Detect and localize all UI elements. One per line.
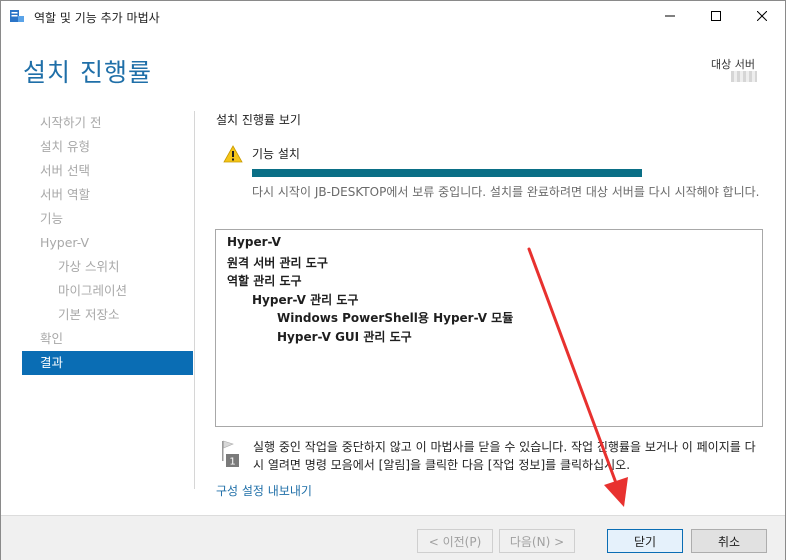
page-title: 설치 진행률: [23, 58, 152, 87]
target-server-name-redacted: [731, 71, 757, 82]
maximize-icon: [711, 10, 721, 24]
cancel-button[interactable]: 취소: [691, 529, 767, 553]
export-config-link[interactable]: 구성 설정 내보내기: [216, 482, 312, 499]
nav-item[interactable]: 시작하기 전: [22, 111, 193, 135]
nav-item[interactable]: 설치 유형: [22, 135, 193, 159]
result-item: Hyper-V: [227, 235, 281, 249]
result-item: 원격 서버 관리 도구: [227, 255, 328, 270]
warning-icon: [223, 145, 243, 163]
close-icon: [756, 10, 768, 24]
installed-features-list[interactable]: Hyper-V 원격 서버 관리 도구역할 관리 도구 Hyper-V 관리 도구 W…: [215, 229, 763, 427]
result-item: Windows PowerShell용 Hyper-V 모듈: [277, 311, 514, 325]
window-title: 역할 및 기능 추가 마법사: [34, 11, 160, 25]
close-window-button[interactable]: [739, 1, 785, 32]
wizard-footer: < 이전(P) 다음(N) > 닫기 취소: [1, 515, 785, 560]
nav-item[interactable]: 가상 스위치: [22, 255, 193, 279]
wizard-window: 역할 및 기능 추가 마법사 설치 진행률 대상 서버 시작하기 전 설치 유형 서…: [0, 0, 786, 560]
maximize-button[interactable]: [693, 1, 739, 32]
result-item: Hyper-V 관리 도구: [252, 292, 359, 307]
previous-button[interactable]: < 이전(P): [417, 529, 493, 553]
close-wizard-note: 실행 중인 작업을 중단하지 않고 이 마법사를 닫을 수 있습니다. 작업 진…: [253, 440, 756, 472]
nav-item[interactable]: 마이그레이션: [22, 279, 193, 303]
nav-item[interactable]: Hyper-V: [22, 231, 193, 255]
install-progress-fill: [252, 169, 642, 177]
result-item: Hyper-V GUI 관리 도구: [277, 329, 412, 344]
title-bar[interactable]: 역할 및 기능 추가 마법사: [1, 1, 785, 32]
content-heading: 설치 진행률 보기: [216, 113, 301, 127]
target-server-label: 대상 서버: [711, 58, 755, 71]
nav-item[interactable]: 서버 역할: [22, 183, 193, 207]
feature-install-label: 기능 설치: [252, 147, 300, 161]
minimize-button[interactable]: [647, 1, 693, 32]
flag-notification-icon: 1: [219, 440, 241, 468]
nav-item[interactable]: 기능: [22, 207, 193, 231]
nav-item[interactable]: 확인: [22, 327, 193, 351]
nav-divider: [194, 111, 195, 489]
wizard-nav: 시작하기 전 설치 유형 서버 선택 서버 역할 기능 Hyper-V 가상 스위치 마이그레…: [22, 111, 193, 375]
nav-item[interactable]: 기본 저장소: [22, 303, 193, 327]
close-button[interactable]: 닫기: [607, 529, 683, 553]
server-manager-icon: [9, 9, 25, 23]
nav-item[interactable]: 서버 선택: [22, 159, 193, 183]
install-progress-bar: [252, 169, 642, 177]
notification-badge-count: 1: [229, 457, 235, 468]
minimize-icon: [665, 10, 675, 24]
result-item: 역할 관리 도구: [227, 274, 302, 288]
next-button[interactable]: 다음(N) >: [499, 529, 575, 553]
status-message: 다시 시작이 JB-DESKTOP에서 보류 중입니다. 설치를 완료하려면 대…: [252, 185, 760, 199]
nav-item[interactable]: 결과: [22, 351, 193, 375]
